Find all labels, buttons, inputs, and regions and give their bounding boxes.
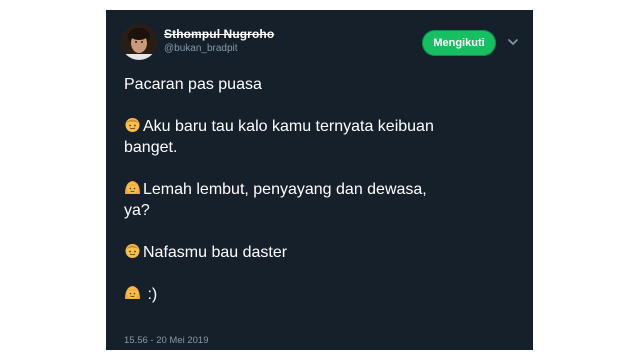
tweet-body: Pacaran pas puasa Aku baru tau kalo kamu… [124, 74, 519, 326]
following-button[interactable]: Mengikuti [422, 30, 496, 56]
tweet-paragraph: Pacaran pas puasa [124, 74, 519, 95]
tweet-text: Aku baru tau kalo kamu ternyata keibuan [143, 118, 434, 135]
tweet-paragraph: Aku baru tau kalo kamu ternyata keibuan … [124, 116, 519, 158]
tweet-paragraph: Nafasmu bau daster [124, 242, 519, 263]
tweet-text: Nafasmu bau daster [143, 244, 288, 261]
tweet-text: Lemah lembut, penyayang dan dewasa, [143, 181, 427, 198]
tweet-card: Sthompul Nugroho @bukan_bradpit Mengikut… [106, 10, 533, 350]
woman-face-emoji [124, 284, 141, 301]
man-face-emoji [124, 116, 141, 133]
tweet-text-line: banget. [124, 139, 178, 156]
tweet-text-line: Lemah lembut, penyayang dan dewasa, [124, 179, 519, 200]
tweet-text: :) [147, 286, 158, 303]
display-name[interactable]: Sthompul Nugroho [164, 27, 274, 41]
tweet-paragraph: Lemah lembut, penyayang dan dewasa, ya? [124, 179, 519, 221]
man-face-emoji [124, 242, 141, 259]
tweet-timestamp[interactable]: 15.56 - 20 Mei 2019 [124, 335, 209, 346]
page: Sthompul Nugroho @bukan_bradpit Mengikut… [0, 0, 640, 360]
chevron-down-icon[interactable] [506, 35, 520, 49]
tweet-paragraph: :) [124, 284, 519, 305]
avatar[interactable] [121, 24, 157, 60]
tweet-text-line: Aku baru tau kalo kamu ternyata keibuan [124, 116, 519, 137]
tweet-text-line: ya? [124, 202, 150, 219]
tweet-text-line: Pacaran pas puasa [124, 76, 262, 93]
woman-face-emoji [124, 179, 141, 196]
tweet-text-line: Nafasmu bau daster [124, 242, 519, 263]
user-handle[interactable]: @bukan_bradpit [164, 43, 238, 54]
tweet-text-line: :) [124, 284, 519, 305]
